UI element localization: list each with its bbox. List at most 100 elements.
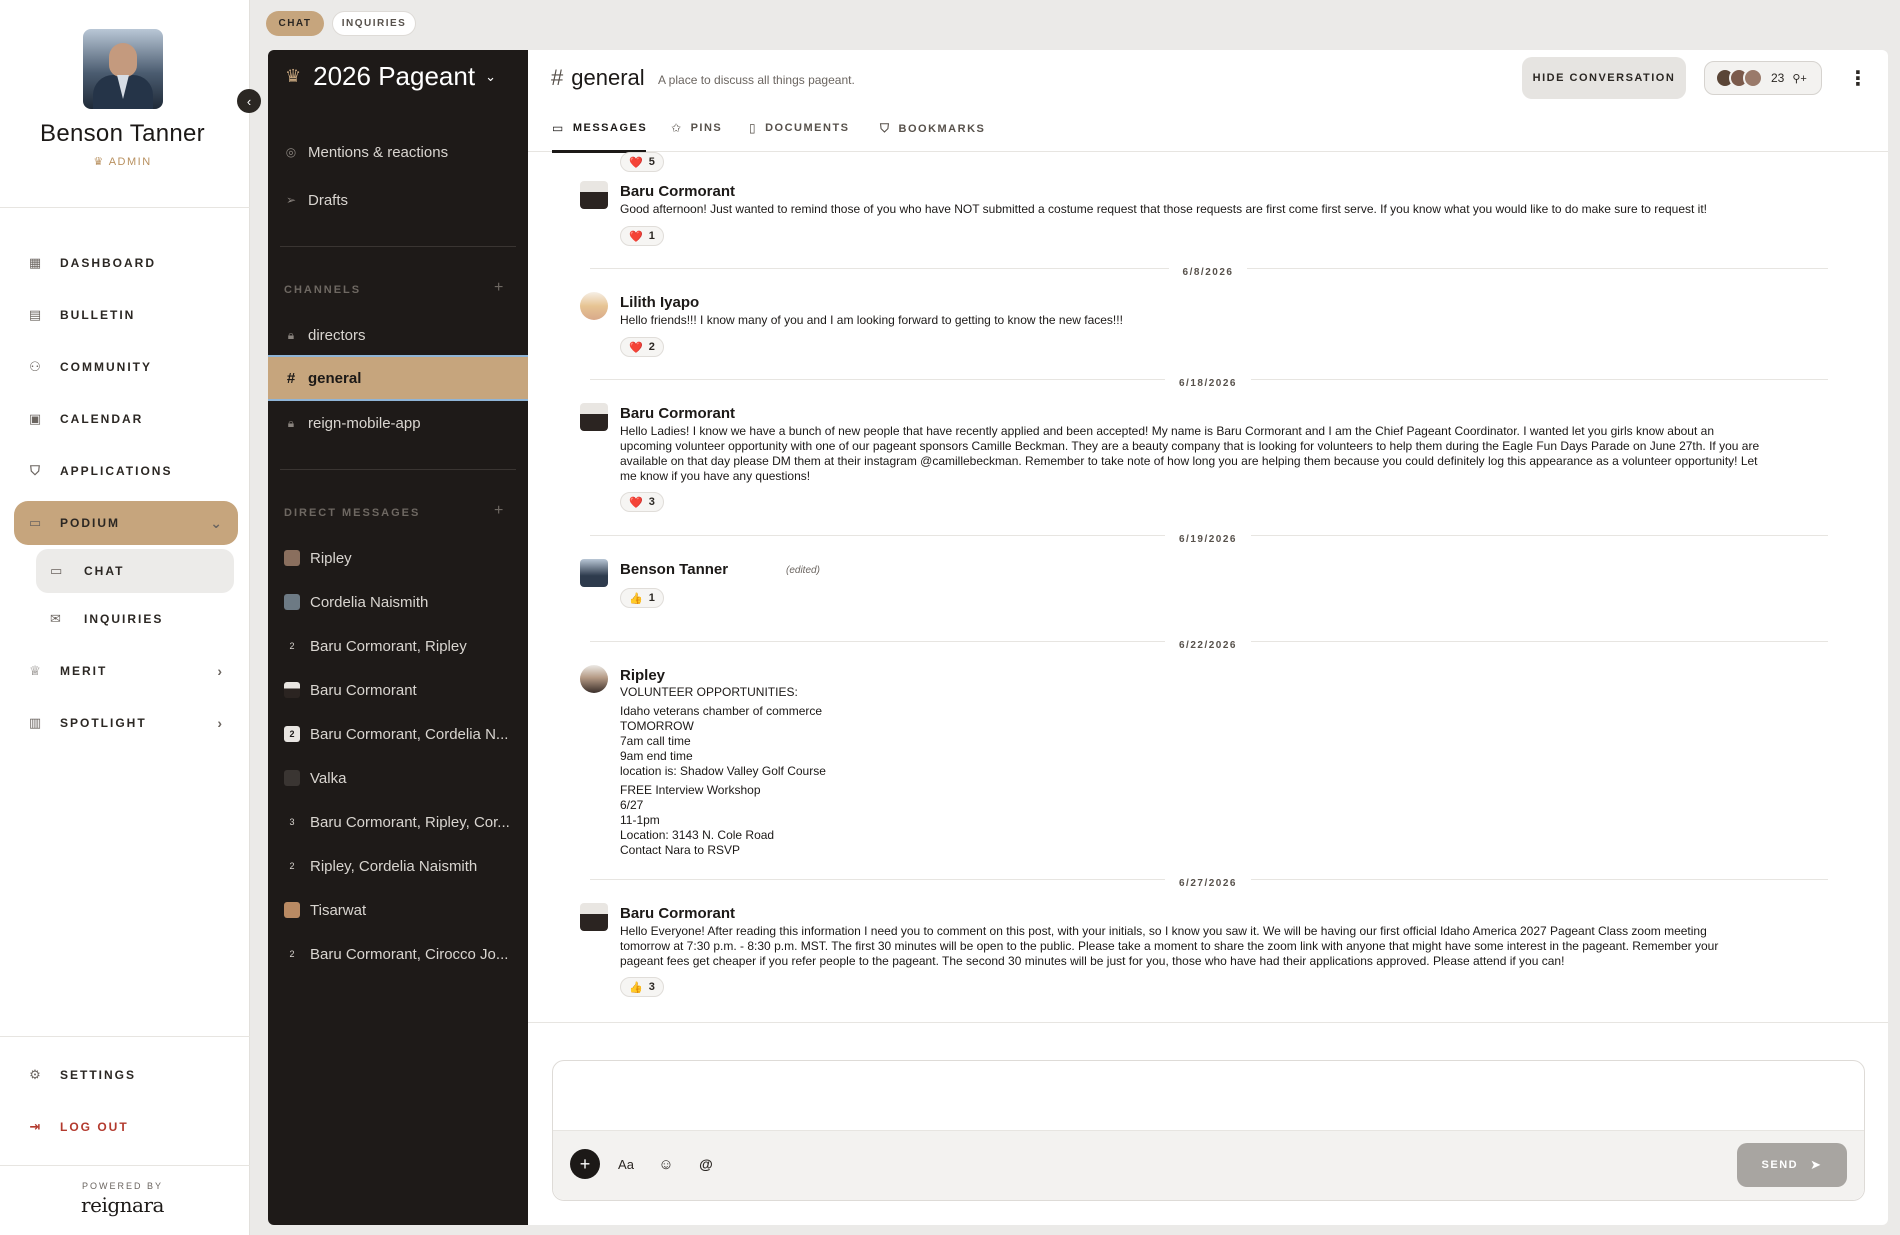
smile-icon: ☺: [658, 1155, 674, 1173]
message-author[interactable]: Lilith Iyapo: [620, 294, 699, 311]
lock-icon: 🔒︎: [287, 415, 295, 430]
member-count-badge: 3: [289, 817, 295, 827]
message-author[interactable]: Baru Cormorant: [620, 905, 735, 922]
document-icon: ▯: [749, 121, 758, 135]
reaction-button[interactable]: ❤️ 5: [620, 152, 664, 172]
collapse-sidebar-button[interactable]: ‹: [237, 89, 261, 113]
message-author[interactable]: Baru Cormorant: [620, 183, 735, 200]
date-label: 6/27/2026: [1165, 878, 1251, 889]
send-button[interactable]: SEND ➤: [1737, 1143, 1847, 1187]
reaction-button[interactable]: ❤️ 3: [620, 492, 664, 512]
date-label: 6/19/2026: [1165, 534, 1251, 545]
dm-item[interactable]: Tisarwat: [268, 890, 528, 930]
tab-inquiries[interactable]: INQUIRIES: [332, 11, 416, 36]
nav-chat[interactable]: ▭ CHAT: [36, 549, 234, 593]
drafts-link[interactable]: ➢ Drafts: [268, 180, 528, 220]
nav-inquiries[interactable]: ✉ INQUIRIES: [36, 597, 234, 641]
user-role: ♛ ADMIN: [93, 156, 152, 168]
dm-item[interactable]: 2 Ripley, Cordelia Naismith: [268, 846, 528, 886]
workspace-switcher[interactable]: ♛ 2026 Pageant ⌄: [285, 61, 496, 92]
nav-bulletin[interactable]: ▤ BULLETIN: [14, 294, 238, 336]
dm-item[interactable]: 2 Baru Cormorant, Ripley: [268, 626, 528, 666]
message-author[interactable]: Baru Cormorant: [620, 405, 735, 422]
logout-icon: ⇥: [29, 1119, 43, 1134]
divider: [280, 469, 516, 470]
bar-chart-icon: ▥: [28, 715, 44, 730]
dm-item[interactable]: Valka: [268, 758, 528, 798]
avatar: [284, 770, 300, 786]
member-count-badge: 2: [284, 726, 300, 742]
reaction-button[interactable]: 👍 1: [620, 588, 664, 608]
message-author[interactable]: Ripley: [620, 667, 665, 684]
avatar[interactable]: [580, 903, 608, 931]
nav-settings[interactable]: ⚙ SETTINGS: [14, 1054, 238, 1096]
tab-chat[interactable]: CHAT: [266, 11, 324, 36]
tab-messages[interactable]: ▭ MESSAGES: [552, 121, 647, 135]
message-text: Hello Everyone! After reading this infor…: [620, 924, 1719, 968]
dm-item[interactable]: 2 Baru Cormorant, Cordelia N...: [268, 714, 528, 754]
avatar[interactable]: [580, 665, 608, 693]
reaction-button[interactable]: 👍 3: [620, 977, 664, 997]
users-icon: ⚇: [29, 359, 43, 374]
message-list[interactable]: ❤️ 5 Baru Cormorant Good afternoon! Just …: [528, 152, 1888, 1022]
message-text: Hello friends!!! I know many of you and …: [620, 313, 1123, 327]
nav-calendar[interactable]: ▣ CALENDAR: [14, 398, 238, 440]
avatar: [284, 594, 300, 610]
calendar-icon: ▣: [28, 411, 44, 426]
channel-reign-mobile-app[interactable]: 🔒︎ reign-mobile-app: [268, 403, 528, 443]
lock-icon: 🔒︎: [287, 327, 295, 342]
avatar: [284, 902, 300, 918]
channel-general[interactable]: # general: [268, 355, 528, 401]
add-attachment-button[interactable]: +: [570, 1149, 600, 1179]
nav-podium[interactable]: ▭ PODIUM ⌄: [14, 501, 238, 545]
chevron-down-icon: ⌄: [210, 514, 224, 531]
add-channel-button[interactable]: +: [494, 279, 503, 297]
dm-item[interactable]: 3 Baru Cormorant, Ripley, Cor...: [268, 802, 528, 842]
composer-toolbar: [553, 1130, 1864, 1200]
at-icon: ◎: [285, 145, 297, 159]
avatar: [284, 682, 300, 698]
nav-logout[interactable]: ⇥ LOG OUT: [14, 1106, 238, 1148]
member-count: 23: [1771, 71, 1785, 85]
add-dm-button[interactable]: +: [494, 502, 503, 520]
member-count-badge: 2: [289, 861, 295, 871]
avatar[interactable]: [580, 559, 608, 587]
reaction-button[interactable]: ❤️ 2: [620, 337, 664, 357]
send-icon: ➤: [1810, 1157, 1823, 1172]
tab-documents[interactable]: ▯ DOCUMENTS: [749, 121, 850, 135]
user-avatar[interactable]: [83, 29, 163, 109]
format-text-button[interactable]: Aa: [611, 1149, 641, 1179]
message-author[interactable]: Benson Tanner: [620, 561, 728, 578]
crown-icon: ♛: [93, 156, 105, 168]
nav-spotlight[interactable]: ▥ SPOTLIGHT ›: [14, 702, 238, 744]
dm-item[interactable]: 2 Baru Cormorant, Cirocco Jo...: [268, 934, 528, 974]
divider: [0, 1036, 250, 1037]
tab-bookmarks[interactable]: ⛉ BOOKMARKS: [880, 121, 985, 136]
emoji-button[interactable]: ☺: [651, 1149, 681, 1179]
avatar[interactable]: [580, 403, 608, 431]
mentions-reactions-link[interactable]: ◎ Mentions & reactions: [268, 132, 528, 172]
nav-applications[interactable]: ⛉ APPLICATIONS: [14, 450, 238, 492]
tab-pins[interactable]: ✩ PINS: [671, 121, 722, 135]
nav-community[interactable]: ⚇ COMMUNITY: [14, 346, 238, 388]
avatar[interactable]: [580, 181, 608, 209]
date-label: 6/22/2026: [1165, 640, 1251, 651]
mention-button[interactable]: @: [691, 1149, 721, 1179]
left-nav: Benson Tanner ♛ ADMIN ▦ DASHBOARD ▤ BULLET…: [0, 0, 250, 1235]
chevron-right-icon: ›: [217, 715, 224, 731]
members-button[interactable]: 23 ⚲+: [1704, 61, 1822, 95]
nav-merit[interactable]: ♕ MERIT ›: [14, 650, 238, 692]
more-options-icon[interactable]: ⋮: [1848, 66, 1868, 91]
dm-item[interactable]: Cordelia Naismith: [268, 582, 528, 622]
reaction-button[interactable]: ❤️ 1: [620, 226, 664, 246]
avatar[interactable]: [580, 292, 608, 320]
dm-item[interactable]: Baru Cormorant: [268, 670, 528, 710]
nav-dashboard[interactable]: ▦ DASHBOARD: [14, 242, 238, 284]
dm-item[interactable]: Ripley: [268, 538, 528, 578]
hide-conversation-button[interactable]: HIDE CONVERSATION: [1522, 57, 1686, 99]
channels-header: CHANNELS: [284, 284, 362, 296]
channel-directors[interactable]: 🔒︎ directors: [268, 315, 528, 355]
chevron-down-icon: ⌄: [485, 68, 496, 84]
date-label: 6/18/2026: [1165, 378, 1251, 389]
channel-description: A place to discuss all things pageant.: [658, 73, 855, 87]
